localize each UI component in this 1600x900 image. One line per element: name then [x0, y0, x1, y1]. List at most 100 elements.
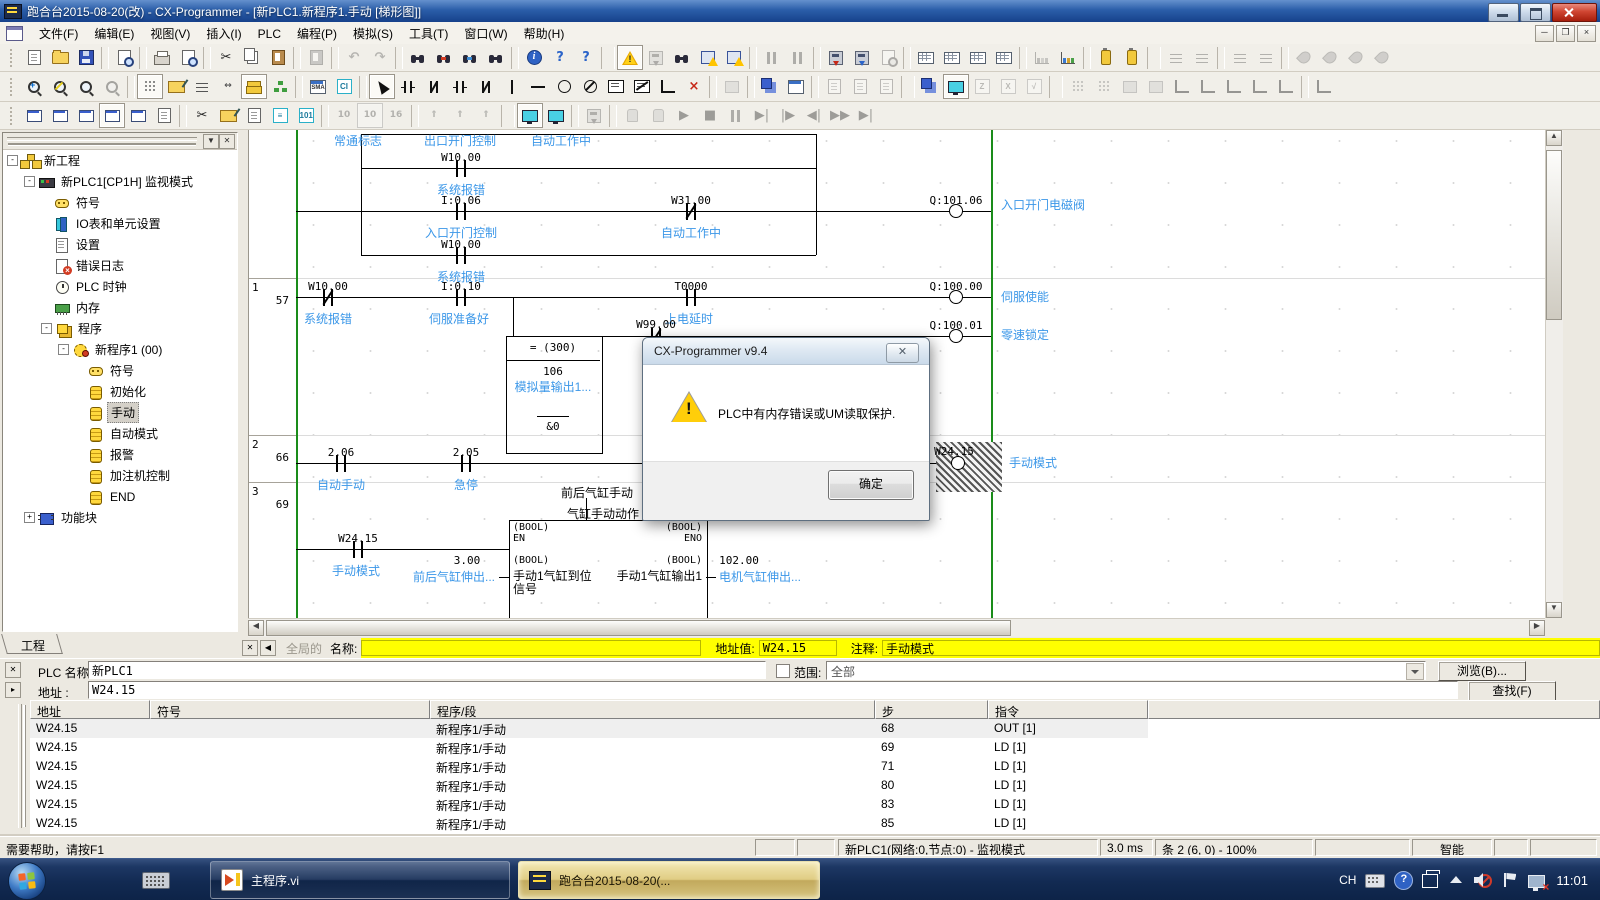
work-online-button[interactable]	[617, 45, 643, 70]
tree-item-section-manual[interactable]: 手动	[3, 402, 237, 423]
panel-close-button[interactable]: ✕	[5, 662, 21, 678]
rung-wrap-button[interactable]	[1253, 45, 1279, 70]
table-row[interactable]: W24.15新程序1/手动71LD [1]	[30, 757, 1148, 776]
mdi-close-button[interactable]: ×	[1577, 25, 1596, 42]
force-status-button[interactable]	[721, 45, 747, 70]
address-list-button[interactable]: ≡	[267, 103, 293, 128]
tree-item-settings[interactable]: 设置	[3, 234, 237, 255]
scroll-down-button[interactable]: ▼	[1546, 602, 1562, 618]
force-cancel-button[interactable]: ⇑	[473, 103, 499, 128]
fb-instance-button[interactable]	[917, 74, 943, 99]
panel-next-button[interactable]: ▸	[5, 682, 21, 698]
select-mode-button[interactable]	[369, 74, 395, 99]
sim-continuous-button[interactable]: ▶▶	[827, 103, 853, 128]
rung-width-button[interactable]: ↔	[215, 74, 241, 99]
start-button[interactable]	[8, 862, 46, 900]
new-file-button[interactable]	[21, 45, 47, 70]
io-branch-4-button[interactable]	[1247, 74, 1273, 99]
binary-view-button[interactable]: 101	[293, 103, 319, 128]
undo-button[interactable]: ↶	[341, 45, 367, 70]
menu-item-program[interactable]: 编程(P)	[289, 24, 345, 44]
close-button[interactable]	[1552, 3, 1597, 22]
collapse-icon[interactable]: -	[24, 176, 35, 187]
window-watch-button[interactable]	[73, 103, 99, 128]
io-branch-2-button[interactable]	[1195, 74, 1221, 99]
menu-item-window[interactable]: 窗口(W)	[456, 24, 515, 44]
scope-dropdown[interactable]: 全部	[826, 661, 1426, 680]
taskbar-pinned-icon[interactable]	[142, 872, 170, 889]
trace-button[interactable]	[1055, 45, 1081, 70]
indent-left-button[interactable]	[1163, 45, 1189, 70]
new-instruction-button[interactable]	[603, 74, 629, 99]
symbol-tree-button[interactable]	[267, 74, 293, 99]
block-select-button[interactable]	[719, 74, 745, 99]
compare-button[interactable]	[875, 45, 901, 70]
simulator-edit-button[interactable]	[543, 103, 569, 128]
find-button[interactable]	[405, 45, 431, 70]
tree-item-program-1[interactable]: -新程序1 (00)	[3, 339, 237, 360]
comment-edit-button[interactable]	[163, 74, 189, 99]
tree-dropdown-button[interactable]: ▼	[203, 134, 219, 149]
tab-project[interactable]: 工程	[6, 634, 60, 654]
symbol-bar-prev-button[interactable]: ◀	[260, 640, 276, 656]
time-chart-button[interactable]	[1029, 45, 1055, 70]
network-disconnected-icon[interactable]: ×	[1528, 875, 1545, 888]
comment-field[interactable]: 手动模式	[882, 640, 1600, 656]
tree-item-plc-clock[interactable]: PLC 时钟	[3, 276, 237, 297]
mark-next-button[interactable]	[1317, 45, 1343, 70]
find-address-button[interactable]	[457, 45, 483, 70]
menu-item-help[interactable]: 帮助(H)	[516, 24, 573, 44]
window-cascade-button[interactable]	[21, 103, 47, 128]
horizontal-line-button[interactable]	[525, 74, 551, 99]
pause-trigger-button[interactable]	[785, 45, 811, 70]
fb-compile-button[interactable]	[873, 74, 899, 99]
tree-item-programs[interactable]: -程序	[3, 318, 237, 339]
boxed-delete-button[interactable]: X	[995, 74, 1021, 99]
section-cut-button[interactable]: ✂	[189, 103, 215, 128]
mark-clear-button[interactable]	[1369, 45, 1395, 70]
return-button[interactable]	[1311, 74, 1337, 99]
column-header-2[interactable]: 程序/段	[430, 700, 875, 719]
print-preview-button[interactable]	[175, 45, 201, 70]
monitor-node-2-button[interactable]	[1143, 74, 1169, 99]
column-header-1[interactable]: 符号	[150, 700, 430, 719]
plc-name-input[interactable]	[88, 661, 766, 679]
transfer-options-button[interactable]	[1119, 45, 1145, 70]
tree-item-symbols[interactable]: 符号	[3, 192, 237, 213]
paste-button[interactable]	[265, 45, 291, 70]
menu-item-edit[interactable]: 编辑(E)	[86, 24, 142, 44]
tree-item-memory[interactable]: 内存	[3, 297, 237, 318]
expand-icon[interactable]: +	[24, 512, 35, 523]
tree-item-io-table[interactable]: IO表和单元设置	[3, 213, 237, 234]
data-display-button[interactable]	[695, 45, 721, 70]
taskbar-task-labview[interactable]: 主程序.vi	[210, 861, 510, 899]
collapse-icon[interactable]: -	[58, 344, 69, 355]
cross-reference-button[interactable]: CI	[331, 74, 357, 99]
sim-stop-button[interactable]: ■	[697, 103, 723, 128]
boxed-edit-button[interactable]: Z	[969, 74, 995, 99]
zoom-region-button[interactable]	[47, 74, 73, 99]
symbol-bar-close-button[interactable]: ✕	[242, 640, 258, 656]
paste-attributes-button[interactable]	[303, 45, 329, 70]
zoom-out-button[interactable]	[73, 74, 99, 99]
column-header-4[interactable]: 指令	[988, 700, 1148, 719]
force-on-button[interactable]: ⇑	[421, 103, 447, 128]
tree-item-section-auto[interactable]: 自动模式	[3, 423, 237, 444]
mdi-restore-button[interactable]: ❐	[1556, 25, 1575, 42]
find-button[interactable]: 查找(F)	[1468, 681, 1556, 701]
collapse-icon[interactable]: -	[7, 155, 18, 166]
menu-item-simulation[interactable]: 模拟(S)	[345, 24, 401, 44]
save-button[interactable]	[73, 45, 99, 70]
sim-step-button[interactable]: ▶|	[749, 103, 775, 128]
new-or-closed-contact-button[interactable]	[473, 74, 499, 99]
cut-button[interactable]: ✂	[213, 45, 239, 70]
print-button[interactable]	[149, 45, 175, 70]
rung-comment-button[interactable]	[189, 74, 215, 99]
signed-decimal-view-button[interactable]: 10	[357, 103, 383, 128]
io-branch-5-button[interactable]	[1273, 74, 1299, 99]
watch-window-button[interactable]	[943, 74, 969, 99]
new-coil-button[interactable]	[551, 74, 577, 99]
zoom-fit-button[interactable]	[99, 74, 125, 99]
copy-button[interactable]	[239, 45, 265, 70]
data-trace-window-button[interactable]	[991, 45, 1017, 70]
